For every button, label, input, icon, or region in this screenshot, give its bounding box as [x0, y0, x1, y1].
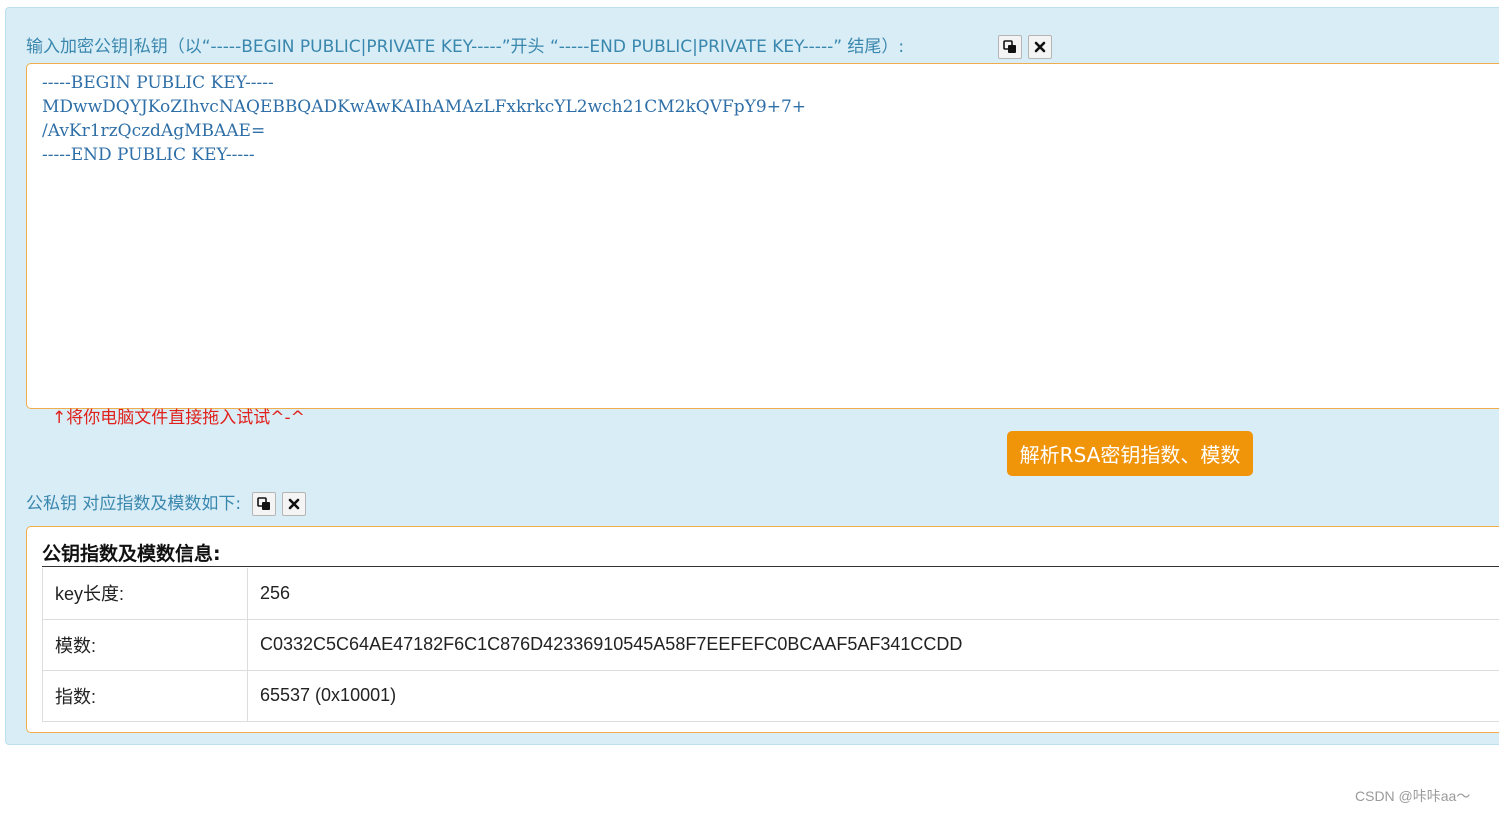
copy-icon: [257, 497, 271, 511]
key-info-table: key长度: 256 模数: C0332C5C64AE47182F6C1C876…: [42, 568, 1499, 722]
copy-result-button[interactable]: [252, 492, 276, 516]
copy-key-button[interactable]: [998, 35, 1022, 59]
clear-key-button[interactable]: [1028, 35, 1052, 59]
result-box: 公钥指数及模数信息: key长度: 256 模数: C0332C5C64AE47…: [26, 526, 1499, 733]
row-value: C0332C5C64AE47182F6C1C876D42336910545A58…: [247, 618, 1499, 671]
table-row: key长度: 256: [42, 568, 1499, 620]
title-divider: [42, 566, 1499, 567]
row-key: key长度:: [42, 568, 248, 620]
result-title: 公钥指数及模数信息:: [42, 543, 221, 565]
key-input[interactable]: -----BEGIN PUBLIC KEY----- MDwwDQYJKoZIh…: [26, 63, 1499, 409]
key-input-label: 输入加密公钥|私钥（以“-----BEGIN PUBLIC|PRIVATE KE…: [26, 37, 905, 57]
row-value: 65537 (0x10001): [247, 669, 1499, 722]
close-icon: [288, 498, 300, 510]
table-row: 指数: 65537 (0x10001): [42, 669, 1499, 722]
result-label: 公私钥 对应指数及模数如下:: [26, 494, 242, 514]
row-value: 256: [247, 568, 1499, 620]
drag-drop-hint: ↑将你电脑文件直接拖入试试^-^: [52, 408, 305, 428]
watermark: CSDN @咔咔aa～: [1355, 788, 1471, 804]
clear-result-button[interactable]: [282, 492, 306, 516]
copy-icon: [1003, 40, 1017, 54]
row-key: 指数:: [42, 669, 248, 722]
parse-rsa-button[interactable]: 解析RSA密钥指数、模数: [1007, 431, 1253, 476]
close-icon: [1034, 41, 1046, 53]
table-row: 模数: C0332C5C64AE47182F6C1C876D4233691054…: [42, 618, 1499, 671]
row-key: 模数:: [42, 618, 248, 671]
